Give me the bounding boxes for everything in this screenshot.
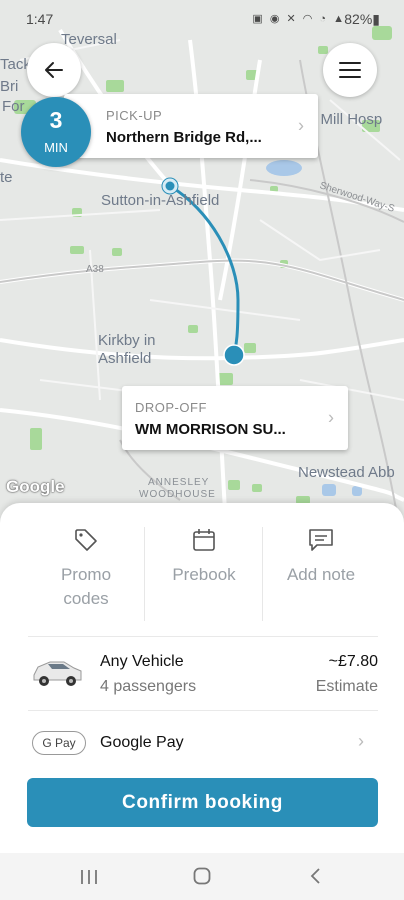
status-icons: ▣ ◉ ✕ ◠ ◔ ▲: [252, 13, 346, 25]
map-label-newstead: Newstead Abb: [298, 464, 395, 481]
home-icon[interactable]: [193, 867, 211, 885]
booking-sheet: Promo codes Prebook Add note Any Vehicle…: [0, 503, 404, 853]
prebook-label: Prebook: [172, 565, 236, 584]
promo-label-line2: codes: [63, 589, 109, 608]
eta-unit: MIN: [44, 140, 68, 155]
map-label-sutton: Sutton-in-Ashfield: [101, 192, 220, 209]
add-note-label: Add note: [286, 565, 356, 584]
vehicle-row[interactable]: Any Vehicle 4 passengers ~£7.80 Estimate: [28, 637, 378, 709]
back-button[interactable]: [27, 43, 81, 97]
pickup-card[interactable]: PICK-UP Northern Bridge Rd,... ›: [64, 94, 318, 158]
battery-indicator: 82%▮: [344, 11, 380, 27]
dropoff-card[interactable]: DROP-OFF WM MORRISON SU... ›: [122, 386, 348, 450]
recent-apps-icon[interactable]: [80, 869, 98, 885]
message-icon: [309, 529, 333, 551]
google-pay-badge: G Pay: [32, 731, 86, 755]
tag-icon: [75, 529, 97, 551]
status-bar: 1:47 ▣ ◉ ✕ ◠ ◔ ▲ 82%▮: [0, 0, 404, 34]
promo-label-line1: Promo: [60, 565, 112, 584]
status-time: 1:47: [26, 11, 54, 27]
add-note-button[interactable]: Add note: [262, 527, 380, 621]
fare-estimate-label: Estimate: [315, 678, 378, 695]
calendar-icon: [193, 529, 215, 551]
menu-button[interactable]: [323, 43, 377, 97]
google-logo: Google: [6, 477, 65, 496]
eta-value: 3: [49, 107, 63, 133]
payment-method-label: Google Pay: [100, 734, 184, 751]
map-label-woodhouse: WOODHOUSE: [139, 489, 216, 500]
pickup-address: Northern Bridge Rd,...: [106, 129, 262, 146]
back-nav-icon[interactable]: [309, 867, 321, 885]
map-label-bri: Bri: [0, 78, 19, 95]
prebook-button[interactable]: Prebook: [145, 527, 263, 621]
map-label-te: te: [0, 169, 13, 186]
dropoff-caption: DROP-OFF: [135, 400, 207, 415]
map-label-kirkby-1: Kirkby in: [98, 332, 156, 349]
car-icon: [33, 661, 82, 686]
chevron-right-icon: ›: [298, 115, 304, 136]
confirm-booking-button[interactable]: Confirm booking: [27, 778, 378, 827]
payment-method-row[interactable]: G Pay Google Pay ›: [28, 711, 378, 769]
pickup-caption: PICK-UP: [106, 108, 163, 123]
map-label-kirkby-2: Ashfield: [98, 350, 152, 367]
map-label-a38: A38: [86, 264, 104, 275]
vehicle-name: Any Vehicle: [100, 653, 184, 670]
dropoff-address: WM MORRISON SU...: [135, 421, 286, 438]
system-nav-bar: [0, 853, 404, 900]
eta-badge: 3 MIN: [21, 97, 91, 167]
chevron-right-icon: ›: [328, 407, 334, 428]
promo-codes-button[interactable]: Promo codes: [27, 527, 145, 621]
arrow-left-icon: [45, 62, 63, 78]
vehicle-passengers: 4 passengers: [100, 678, 197, 695]
map-label-annesley: ANNESLEY: [148, 477, 210, 488]
fare-price: ~£7.80: [328, 653, 378, 670]
hamburger-icon: [339, 62, 361, 78]
chevron-right-icon: ›: [358, 731, 364, 751]
